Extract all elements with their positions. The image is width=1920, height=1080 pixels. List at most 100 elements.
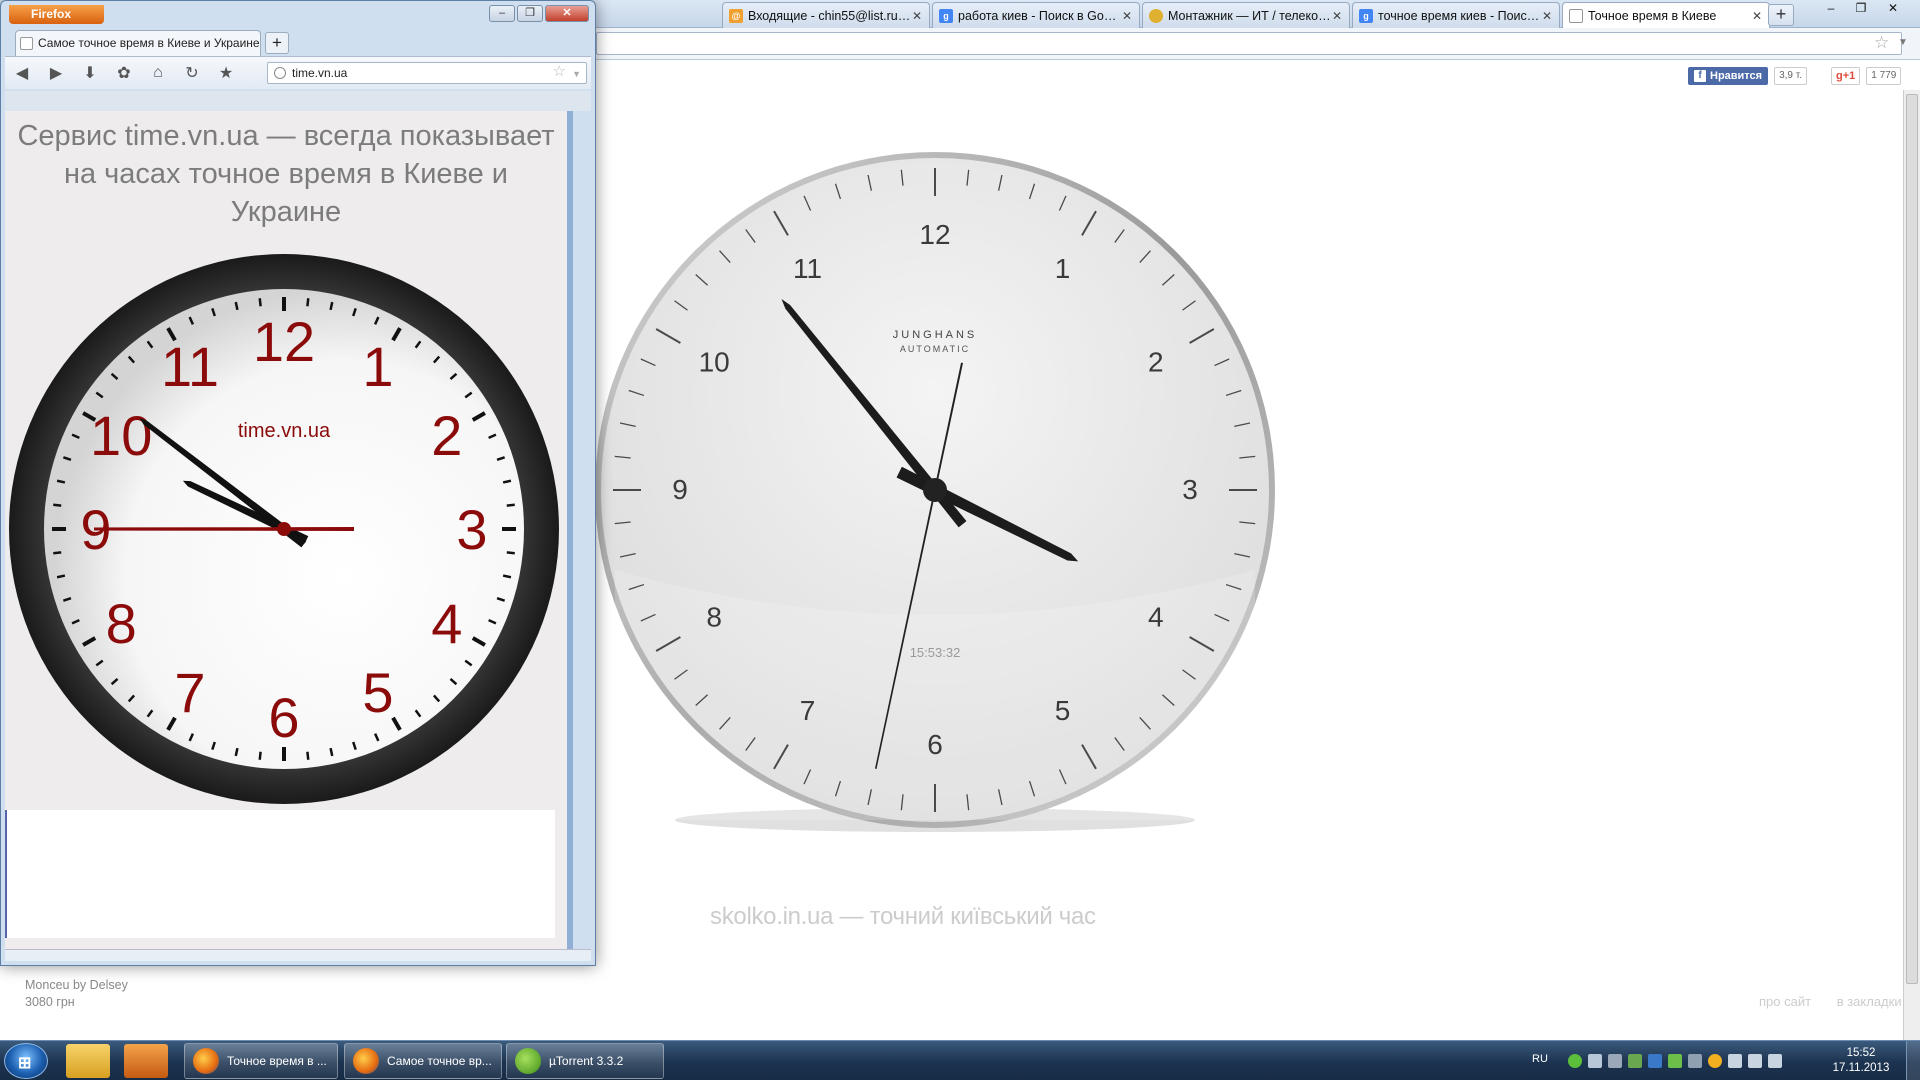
tab-time-kiev[interactable]: Точное время в Киеве ✕	[1562, 2, 1770, 28]
taskbar-label: µTorrent 3.3.2	[549, 1054, 624, 1068]
bookmarks-icon[interactable]: ★	[209, 63, 243, 83]
google-plus-button[interactable]: g+1	[1831, 67, 1861, 85]
taskbar-item-firefox-1[interactable]: Точное время в ...	[184, 1043, 338, 1079]
close-icon[interactable]: ✕	[1121, 9, 1133, 23]
restore-button[interactable]: ❐	[1846, 0, 1876, 18]
fx-tab-time-vn[interactable]: Самое точное время в Киеве и Украине	[15, 30, 261, 56]
hour-numeral: 3	[456, 498, 487, 561]
tab-label: Входящие - chin55@list.ru - ...	[748, 8, 911, 23]
promo-block[interactable]: Monceu by Delsey 3080 грн	[25, 977, 128, 1011]
media-player-icon[interactable]	[124, 1044, 168, 1078]
language-indicator[interactable]: RU	[1532, 1053, 1548, 1065]
fx-close-button[interactable]: ✕	[545, 5, 589, 22]
chevron-down-icon[interactable]: ▼	[1898, 37, 1908, 48]
back-icon[interactable]: ◀	[5, 63, 39, 83]
network-tray-icon[interactable]	[1588, 1054, 1602, 1068]
star-icon[interactable]: ☆	[553, 62, 566, 82]
app-tray-icon[interactable]	[1708, 1054, 1722, 1068]
promo-name: Monceu by Delsey	[25, 978, 128, 992]
hour-numeral: 10	[90, 404, 152, 467]
hour-numeral: 6	[927, 729, 943, 760]
firefox-menu-button[interactable]: Firefox	[9, 5, 104, 24]
page-headline: Сервис time.vn.ua — всегда показывает на…	[17, 120, 555, 228]
utorrent-tray-icon[interactable]	[1568, 1054, 1582, 1068]
minute-tick	[502, 574, 512, 579]
tab-label: работа киев - Поиск в Google	[958, 8, 1121, 23]
close-icon[interactable]: ✕	[1331, 9, 1343, 23]
minute-tick	[329, 747, 334, 757]
update-tray-icon[interactable]	[1628, 1054, 1642, 1068]
tab-montazhnik[interactable]: Монтажник — ИТ / телеком... ✕	[1142, 2, 1350, 28]
hour-numeral: 2	[431, 404, 462, 467]
close-icon[interactable]: ✕	[1541, 9, 1553, 23]
footer-links: про сайт в закладки	[1737, 994, 1902, 1009]
system-clock[interactable]: 15:52 17.11.2013	[1830, 1046, 1892, 1076]
bookmark-star-icon[interactable]: ☆	[1874, 33, 1889, 53]
close-icon[interactable]: ✕	[1751, 9, 1763, 23]
tab-google-jobs[interactable]: g работа киев - Поиск в Google ✕	[932, 2, 1140, 28]
clock-brand: JUNGHANS	[893, 329, 978, 341]
minute-tick	[506, 503, 515, 507]
fx-new-tab-button[interactable]: +	[265, 32, 289, 54]
fx-restore-button[interactable]: ❐	[517, 5, 543, 22]
fx-navigation-bar: ◀ ▶ ⬇ ✿ ⌂ ↻ ★ time.vn.ua ☆ ▼	[5, 56, 591, 89]
google-icon: g	[939, 8, 953, 23]
minute-tick	[234, 747, 239, 757]
minute-tick	[53, 503, 62, 507]
fx-address-bar[interactable]: time.vn.ua ☆ ▼	[267, 62, 587, 84]
main-address-bar[interactable]	[596, 32, 1902, 55]
tab-mail[interactable]: @ Входящие - chin55@list.ru - ... ✕	[722, 2, 930, 28]
hour-numeral: 6	[268, 686, 299, 749]
explorer-icon[interactable]	[66, 1044, 110, 1078]
fx-page-content: Сервис time.vn.ua — всегда показывает на…	[5, 111, 571, 949]
nvidia-tray-icon[interactable]	[1668, 1054, 1682, 1068]
close-window-button[interactable]: ✕	[1878, 0, 1908, 18]
hour-numeral: 4	[431, 592, 462, 655]
download-icon[interactable]: ⬇	[73, 63, 107, 83]
network-status-icon[interactable]	[1748, 1054, 1762, 1068]
fx-scrollbar[interactable]	[567, 111, 573, 949]
volume-icon[interactable]	[1768, 1054, 1782, 1068]
minimize-button[interactable]: ‒	[1816, 0, 1846, 18]
clock-hub	[277, 522, 291, 536]
content-box	[5, 810, 555, 938]
minute-tick	[56, 479, 66, 484]
about-link[interactable]: про сайт	[1759, 994, 1811, 1009]
tab-label: точное время киев - Поиск ...	[1378, 8, 1541, 23]
forward-icon[interactable]: ▶	[39, 63, 73, 83]
close-icon[interactable]: ✕	[911, 9, 923, 23]
firefox-window: Firefox ‒ ❐ ✕ Самое точное время в Киеве…	[0, 0, 596, 966]
addons-icon[interactable]: ✿	[107, 63, 141, 83]
facebook-like-button[interactable]: f Нравится	[1688, 67, 1769, 85]
bluetooth-tray-icon[interactable]	[1648, 1054, 1662, 1068]
second-hand	[94, 527, 354, 531]
page-scrollbar[interactable]	[1903, 90, 1920, 1040]
tab-google-time[interactable]: g точное время киев - Поиск ... ✕	[1352, 2, 1560, 28]
hour-numeral: 2	[1148, 347, 1164, 378]
minute-tick	[258, 298, 262, 307]
fx-horizontal-scrollbar[interactable]	[5, 949, 591, 961]
taskbar-item-utorrent[interactable]: µTorrent 3.3.2	[506, 1043, 664, 1079]
hour-numeral: 5	[1055, 695, 1071, 726]
scrollbar-thumb[interactable]	[1906, 94, 1918, 984]
chevron-down-icon[interactable]: ▼	[572, 64, 581, 84]
new-tab-button[interactable]: +	[1768, 4, 1794, 26]
fx-minimize-button[interactable]: ‒	[489, 5, 515, 22]
clock-model: AUTOMATIC	[900, 344, 970, 354]
show-desktop-button[interactable]	[1906, 1041, 1920, 1080]
home-icon[interactable]: ⌂	[141, 64, 175, 82]
phone-tray-icon[interactable]	[1608, 1054, 1622, 1068]
clock-time: 15:52	[1846, 1047, 1876, 1059]
globe-icon	[274, 67, 286, 79]
tab-strip: @ Входящие - chin55@list.ru - ... ✕ g ра…	[722, 2, 1772, 28]
flag-tray-icon[interactable]	[1728, 1054, 1742, 1068]
taskbar-item-firefox-2[interactable]: Самое точное вр...	[344, 1043, 502, 1079]
reload-icon[interactable]: ↻	[175, 63, 209, 83]
windows-logo-icon: ⊞	[18, 1055, 32, 1072]
start-button[interactable]: ⊞	[4, 1043, 48, 1079]
bookmark-link[interactable]: в закладки	[1837, 994, 1902, 1009]
device-tray-icon[interactable]	[1688, 1054, 1702, 1068]
analog-clock: 12 1234567891011 time.vn.ua	[9, 254, 559, 804]
like-label: Нравится	[1710, 70, 1763, 82]
like-count: 3,9 т.	[1774, 67, 1808, 85]
